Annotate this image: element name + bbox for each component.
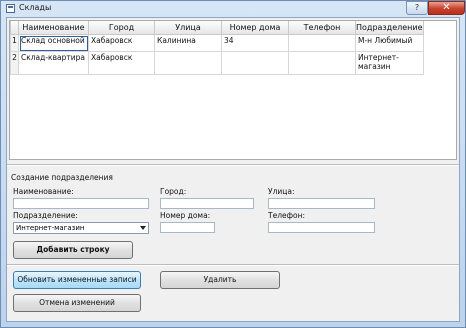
row-number[interactable]: 2 xyxy=(10,51,19,75)
chevron-down-icon[interactable] xyxy=(140,226,146,230)
divider xyxy=(7,264,459,266)
delete-button[interactable]: Удалить xyxy=(160,271,280,289)
column-header-division[interactable]: Подразделение xyxy=(355,21,424,35)
add-row-button[interactable]: Добавить строку xyxy=(13,241,133,259)
table-cell-street[interactable] xyxy=(154,51,222,75)
house-input[interactable] xyxy=(160,222,215,233)
cancel-changes-button[interactable]: Отмена изменений xyxy=(13,294,141,312)
title-bar[interactable]: Склады ? ✕ xyxy=(1,1,465,17)
window-title: Склады xyxy=(19,3,52,12)
table-cell-division[interactable]: М-н Любимый xyxy=(355,34,424,52)
divider xyxy=(7,164,459,166)
name-label: Наименование: xyxy=(13,187,74,196)
table-cell-name[interactable]: Склад-квартира xyxy=(18,51,89,75)
table-cell-division[interactable]: Интернет-магазин xyxy=(355,51,424,75)
header-row: Наименование Город Улица Номер дома Теле… xyxy=(10,21,424,35)
city-input[interactable] xyxy=(160,198,254,209)
warehouses-table: Наименование Город Улица Номер дома Теле… xyxy=(10,21,424,75)
group-title: Создание подразделения xyxy=(11,173,113,182)
warehouses-window: Склады ? ✕ Наименование Город Улица Номе… xyxy=(0,0,466,328)
phone-label: Телефон: xyxy=(268,211,306,220)
column-header-house[interactable]: Номер дома xyxy=(221,21,289,35)
table-row[interactable]: 2 Склад-квартира Хабаровск Интернет-мага… xyxy=(10,51,424,75)
warehouses-grid[interactable]: Наименование Город Улица Номер дома Теле… xyxy=(9,20,457,160)
close-button[interactable]: ✕ xyxy=(428,1,465,15)
table-cell-phone[interactable] xyxy=(288,51,356,75)
table-cell-city[interactable]: Хабаровск xyxy=(88,34,155,52)
column-header-street[interactable]: Улица xyxy=(154,21,222,35)
table-cell-street[interactable]: Калинина xyxy=(154,34,222,52)
table-cell-house[interactable]: 34 xyxy=(221,34,289,52)
update-records-button[interactable]: Обновить измененные записи xyxy=(13,271,141,289)
division-label: Подразделение: xyxy=(13,211,78,220)
house-label: Номер дома: xyxy=(160,211,211,220)
phone-input[interactable] xyxy=(268,222,375,233)
client-area: Наименование Город Улица Номер дома Теле… xyxy=(6,17,460,322)
name-input[interactable] xyxy=(13,198,149,209)
division-select[interactable]: Интернет-магазин xyxy=(13,222,149,234)
table-cell-house[interactable] xyxy=(221,51,289,75)
column-header-city[interactable]: Город xyxy=(88,21,155,35)
street-input[interactable] xyxy=(268,198,375,209)
table-row[interactable]: 1 Склад основной Хабаровск Калинина 34 М… xyxy=(10,34,424,52)
window-icon xyxy=(6,4,15,13)
corner-header xyxy=(10,21,19,35)
city-label: Город: xyxy=(160,187,187,196)
column-header-name[interactable]: Наименование xyxy=(18,21,89,35)
street-label: Улица: xyxy=(268,187,295,196)
table-cell-city[interactable]: Хабаровск xyxy=(88,51,155,75)
table-cell-phone[interactable] xyxy=(288,34,356,52)
column-header-phone[interactable]: Телефон xyxy=(288,21,356,35)
help-button[interactable]: ? xyxy=(406,1,428,15)
division-select-value: Интернет-магазин xyxy=(16,224,85,232)
table-cell-name[interactable]: Склад основной xyxy=(18,34,89,52)
row-number[interactable]: 1 xyxy=(10,34,19,52)
